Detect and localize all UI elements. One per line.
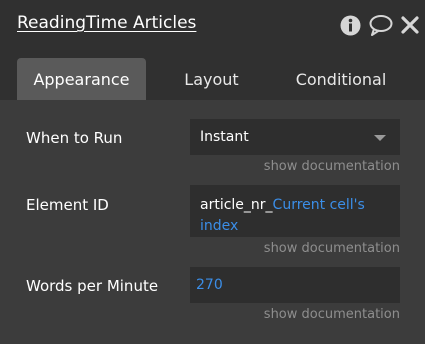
- title-bar: ReadingTime Articles: [0, 0, 425, 50]
- chevron-down-icon: [374, 135, 386, 141]
- tab-conditional[interactable]: Conditional: [275, 58, 407, 100]
- words-per-minute-input[interactable]: 270: [190, 267, 400, 303]
- property-editor-panel: ReadingTime Articles Appearance Layout C…: [0, 0, 425, 344]
- when-to-run-value: Instant: [200, 129, 249, 145]
- element-id-label: Element ID: [26, 196, 109, 214]
- element-id-input[interactable]: article_nr_Current cell's index: [190, 185, 400, 237]
- tabs-bar: Appearance Layout Conditional: [0, 50, 425, 100]
- element-id-dynamic-expression[interactable]: Current cell's: [273, 197, 365, 213]
- when-to-run-doc-link[interactable]: show documentation: [264, 159, 400, 174]
- panel-title[interactable]: ReadingTime Articles: [17, 13, 196, 33]
- element-id-static-text: article_nr_: [200, 197, 273, 213]
- tab-layout[interactable]: Layout: [160, 58, 263, 100]
- when-to-run-dropdown[interactable]: Instant: [190, 119, 400, 155]
- when-to-run-label: When to Run: [26, 129, 123, 147]
- element-id-dynamic-expression-cont[interactable]: index: [200, 218, 238, 234]
- title-icons: [340, 14, 419, 36]
- appearance-content: When to Run Instant show documentation E…: [0, 100, 425, 344]
- words-per-minute-doc-link[interactable]: show documentation: [264, 307, 400, 322]
- info-icon[interactable]: [340, 15, 361, 36]
- words-per-minute-label: Words per Minute: [26, 277, 159, 295]
- words-per-minute-value: 270: [196, 277, 223, 293]
- tab-appearance[interactable]: Appearance: [17, 58, 146, 100]
- close-icon[interactable]: [401, 16, 419, 34]
- comment-icon[interactable]: [369, 14, 393, 36]
- element-id-doc-link[interactable]: show documentation: [264, 241, 400, 256]
